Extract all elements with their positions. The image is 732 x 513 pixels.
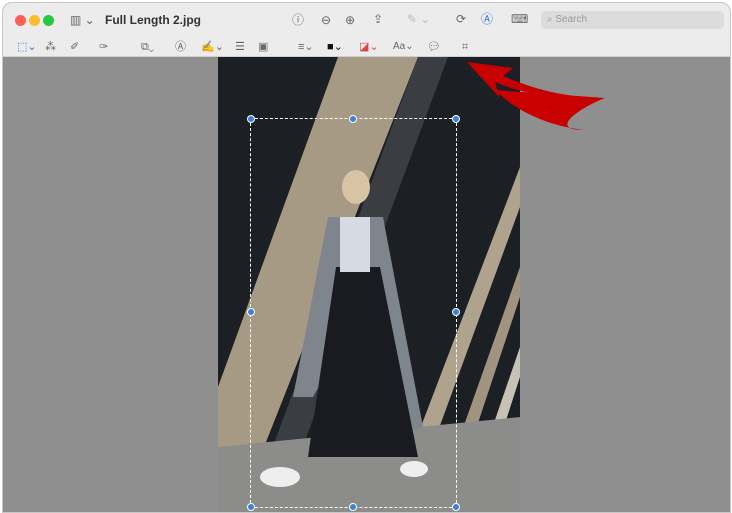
red-arrow-annotation (467, 62, 605, 130)
text-box-icon[interactable]: Ⓐ (175, 40, 186, 54)
text-style-button[interactable]: Aa⌄ (393, 40, 414, 54)
instant-alpha-icon[interactable]: ⁂ (45, 40, 56, 54)
share-icon[interactable]: ⇪ (373, 12, 383, 26)
sign-icon[interactable]: ✍⌄ (201, 40, 224, 54)
title-toolbar: ▥ ⌄ Full Length 2.jpg ⓘ ⊖ ⊕ ⇪ ✎ ⌄ ⟳ Ⓐ ⌨ … (3, 3, 730, 37)
window-title: Full Length 2.jpg (105, 13, 201, 27)
document-canvas (3, 57, 730, 512)
border-color-icon[interactable]: ■⌄ (327, 40, 343, 54)
fill-color-icon[interactable]: ◪⌄ (359, 40, 379, 54)
info-icon[interactable]: ⓘ (292, 13, 304, 27)
shapes-icon[interactable]: ⧉⌄ (141, 40, 154, 54)
rotate-icon[interactable]: ⟳ (456, 12, 466, 26)
annotate-icon[interactable]: 💬︎ (427, 40, 441, 54)
signature-icon[interactable]: ⌨ (511, 12, 528, 26)
close-button[interactable] (15, 15, 26, 26)
adjust-color-icon[interactable]: ☰ (235, 40, 245, 54)
preview-window: ▥ ⌄ Full Length 2.jpg ⓘ ⊖ ⊕ ⇪ ✎ ⌄ ⟳ Ⓐ ⌨ … (2, 2, 731, 513)
minimize-button[interactable] (29, 15, 40, 26)
shape-style-icon[interactable]: ≡⌄ (298, 40, 314, 54)
zoom-out-icon[interactable]: ⊖ (321, 13, 331, 27)
markup-icon[interactable]: Ⓐ (481, 12, 493, 26)
search-icon: ⌕ (547, 14, 553, 25)
search-input[interactable]: ⌕ Search (541, 11, 724, 29)
sidebar-toggle-icon[interactable]: ▥ ⌄ (70, 13, 95, 27)
zoom-in-icon[interactable]: ⊕ (345, 13, 355, 27)
zoom-button[interactable] (43, 15, 54, 26)
rect-selection-icon[interactable]: ⬚⌄ (17, 40, 37, 54)
draw-icon[interactable]: ✑ (99, 40, 108, 54)
markup-toolbar: ⬚⌄ ⁂ ✐ ✑ ⧉⌄ Ⓐ ✍⌄ ☰ ▣ ≡⌄ ■⌄ ◪⌄ Aa⌄ 💬︎ ⌗ (3, 37, 730, 57)
highlight-pen-icon[interactable]: ✎ ⌄ (407, 12, 430, 26)
adjust-size-icon[interactable]: ▣ (258, 40, 268, 54)
sketch-icon[interactable]: ✐ (70, 40, 79, 54)
